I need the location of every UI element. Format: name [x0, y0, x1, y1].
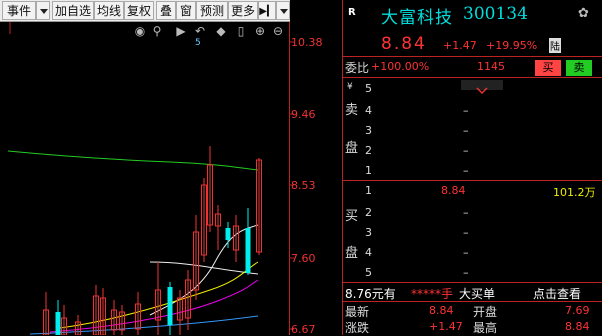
last-price: 8.84 — [381, 34, 427, 54]
events-dropdown-icon[interactable] — [36, 1, 50, 20]
sell-volume: – — [463, 164, 469, 177]
buy-volume: – — [463, 266, 469, 279]
open-value: 7.69 — [565, 304, 590, 317]
buy-level: 3 — [365, 226, 372, 239]
divider — [343, 301, 602, 302]
buy-button[interactable]: 买 — [535, 60, 561, 76]
sell-label: 卖 — [345, 103, 359, 118]
panel-dropdown-icon[interactable] — [276, 1, 290, 20]
add-watchlist-button[interactable]: 加自选 — [52, 1, 94, 20]
high-label: 最高 — [473, 321, 498, 335]
divider — [343, 56, 602, 57]
big-order-link[interactable]: 点击查看 — [533, 285, 581, 302]
chart-toolbar: 事件 加自选 均线 复权 叠 窗 预测 更多 ▶▎ — [0, 0, 290, 22]
price-tick: 7.60 — [291, 252, 316, 265]
r-tag: R — [348, 7, 356, 18]
price-change-pct: +19.95% — [486, 39, 538, 52]
window-button[interactable]: 窗 — [176, 1, 196, 20]
change-value: +1.47 — [429, 320, 463, 333]
order-ratio-value: +100.00% — [371, 60, 430, 73]
big-order-hidden: *****手 — [411, 287, 454, 301]
buy-label: 买 — [345, 209, 359, 224]
order-ratio-diff: 1145 — [477, 60, 505, 73]
buy-price: 8.84 — [441, 184, 466, 197]
events-button[interactable]: 事件 — [2, 1, 36, 20]
buy-volume: – — [463, 206, 469, 219]
sell-volume: – — [463, 144, 469, 157]
buy-level: 2 — [365, 206, 372, 219]
buy-level: 1 — [365, 184, 372, 197]
buy-level: 4 — [365, 246, 372, 259]
sell-level: 2 — [365, 144, 372, 157]
ma-yellow-line — [59, 261, 259, 329]
sell-level: 3 — [365, 124, 372, 137]
divider — [343, 77, 602, 78]
ma-white-line — [149, 261, 259, 275]
scroll-up-button[interactable] — [461, 80, 503, 95]
buy-volume: – — [463, 246, 469, 259]
open-label: 开盘 — [473, 305, 498, 319]
ma-long-line — [7, 150, 259, 171]
buy-volume: 101.2万 — [553, 186, 596, 199]
stock-code: 300134 — [463, 4, 528, 24]
sell-volume: – — [463, 104, 469, 117]
price-tick: 10.38 — [291, 36, 323, 49]
buy-label: 盘 — [345, 246, 359, 261]
ma-button[interactable]: 均线 — [94, 1, 124, 20]
divider — [343, 282, 602, 283]
sell-volume: – — [463, 124, 469, 137]
board-badge: 陆 — [549, 38, 561, 53]
sell-label: 盘 — [345, 141, 359, 156]
latest-value: 8.84 — [429, 304, 454, 317]
latest-label: 最新 — [345, 305, 370, 319]
high-value: 8.84 — [565, 320, 590, 333]
big-order-label: 大买单 — [459, 287, 496, 301]
sell-level: 5 — [365, 82, 372, 95]
adjust-button[interactable]: 复权 — [124, 1, 154, 20]
stock-name: 大富科技 — [381, 8, 453, 28]
divider — [343, 180, 602, 181]
gear-icon[interactable]: ✿ — [578, 6, 589, 21]
change-label: 涨跌 — [345, 321, 370, 335]
forecast-button[interactable]: 预测 — [196, 1, 228, 20]
quote-panel: R 大富科技 300134 ✿ 8.84 +1.47 +19.95% 陆 委比 … — [342, 0, 602, 335]
buy-volume: – — [463, 226, 469, 239]
overlay-button[interactable]: 叠 — [156, 1, 176, 20]
sell-button[interactable]: 卖 — [566, 60, 592, 76]
more-button[interactable]: 更多 — [228, 1, 258, 20]
order-ratio-label: 委比 — [345, 61, 370, 75]
price-tick: 6.67 — [291, 323, 316, 336]
big-order-amount: 8.76元有 — [345, 287, 396, 301]
collapse-panel-icon[interactable]: ▶▎ — [258, 1, 276, 20]
currency-mark: ¥ — [347, 82, 353, 92]
sell-level: 1 — [365, 164, 372, 177]
buy-level: 5 — [365, 266, 372, 279]
price-tick: 9.46 — [291, 108, 316, 121]
price-change: +1.47 — [443, 39, 477, 52]
price-tick: 8.53 — [291, 179, 316, 192]
sell-level: 4 — [365, 104, 372, 117]
